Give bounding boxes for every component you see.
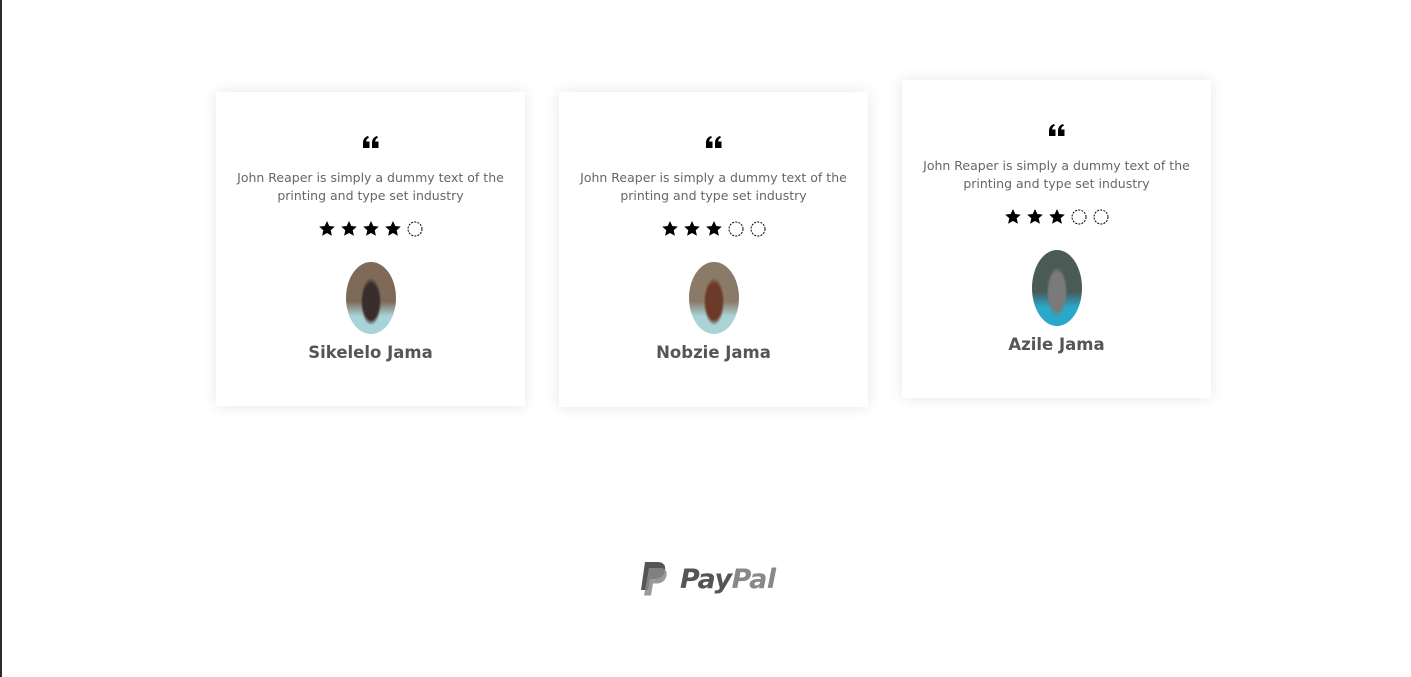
testimonial-quote: John Reaper is simply a dummy text of th…: [923, 158, 1190, 191]
testimonial-card: John Reaper is simply a dummy text of th…: [559, 92, 868, 407]
star-filled-icon: [384, 220, 402, 238]
rating-stars: [902, 208, 1211, 226]
window-edge: [0, 0, 2, 677]
star-filled-icon: [661, 220, 679, 238]
star-filled-icon: [1026, 208, 1044, 226]
star-empty-icon: [1092, 208, 1110, 226]
star-filled-icon: [1004, 208, 1022, 226]
star-filled-icon: [683, 220, 701, 238]
quote-icon: [559, 136, 868, 154]
testimonial-quote: John Reaper is simply a dummy text of th…: [580, 170, 847, 203]
reviewer-name: Nobzie Jama: [656, 343, 771, 362]
paypal-logo: PayPal: [638, 558, 776, 600]
star-empty-icon: [1070, 208, 1088, 226]
avatar: [1031, 250, 1082, 326]
star-filled-icon: [318, 220, 336, 238]
star-filled-icon: [340, 220, 358, 238]
avatar: [688, 262, 739, 334]
paypal-p-icon: [641, 562, 667, 596]
star-filled-icon: [1048, 208, 1066, 226]
reviewer-name: Sikelelo Jama: [308, 343, 433, 362]
star-filled-icon: [705, 220, 723, 238]
rating-stars: [559, 220, 868, 238]
page: John Reaper is simply a dummy text of th…: [0, 0, 1411, 677]
rating-stars: [216, 220, 525, 238]
paypal-wordmark: PayPal: [680, 563, 776, 595]
star-empty-icon: [749, 220, 767, 238]
avatar: [345, 262, 396, 334]
quote-icon: [216, 136, 525, 154]
testimonial-quote: John Reaper is simply a dummy text of th…: [237, 170, 504, 203]
star-empty-icon: [406, 220, 424, 238]
testimonial-card: John Reaper is simply a dummy text of th…: [216, 92, 525, 406]
star-empty-icon: [727, 220, 745, 238]
testimonial-card: John Reaper is simply a dummy text of th…: [902, 80, 1211, 398]
star-filled-icon: [362, 220, 380, 238]
reviewer-name: Azile Jama: [1008, 335, 1105, 354]
quote-icon: [902, 124, 1211, 142]
